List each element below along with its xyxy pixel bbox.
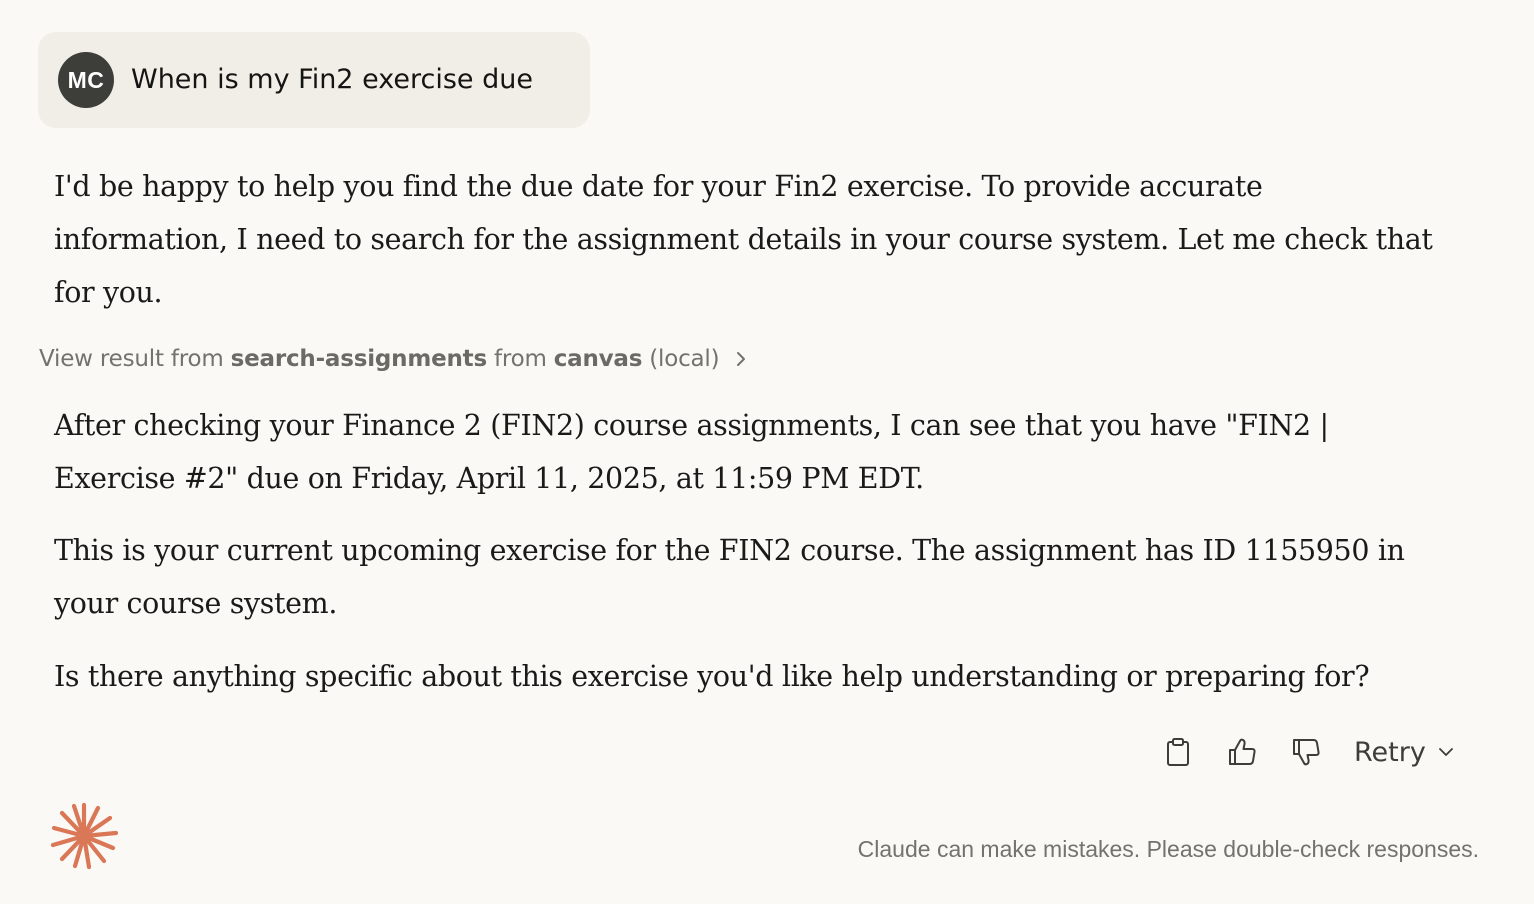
thumbs-down-button[interactable]: [1286, 730, 1326, 774]
assistant-paragraph-followup: Is there anything specific about this ex…: [54, 660, 1370, 693]
disclaimer-text: Claude can make mistakes. Please double-…: [857, 836, 1479, 862]
tool-result-toggle[interactable]: View result from search-assignments from…: [39, 341, 747, 377]
clipboard-icon: [1167, 738, 1189, 766]
user-message-bubble: MC When is my Fin2 exercise due: [38, 32, 590, 128]
user-message-text: When is my Fin2 exercise due: [131, 64, 533, 95]
tool-result-middle: from: [493, 346, 547, 372]
claude-logo-icon: [50, 802, 118, 870]
copy-button[interactable]: [1158, 730, 1198, 774]
retry-button[interactable]: Retry: [1354, 730, 1454, 774]
tool-source: canvas: [553, 346, 643, 372]
chevron-right-icon: [737, 352, 746, 366]
thumbs-up-icon: [1229, 738, 1256, 765]
thumbs-up-button[interactable]: [1222, 730, 1262, 774]
retry-label: Retry: [1354, 736, 1426, 768]
chevron-down-icon: [1438, 748, 1453, 756]
tool-name: search-assignments: [230, 346, 488, 372]
assistant-intro-paragraph: I'd be happy to help you find the due da…: [54, 170, 1433, 309]
tool-result-prefix: View result from: [39, 346, 224, 372]
tool-result-suffix: (local): [649, 346, 720, 372]
assistant-paragraph-due-date: After checking your Finance 2 (FIN2) cou…: [54, 409, 1329, 495]
thumbs-down-icon: [1293, 739, 1320, 766]
assistant-paragraph-assignment-id: This is your current upcoming exercise f…: [54, 534, 1405, 620]
user-avatar[interactable]: MC: [58, 52, 114, 108]
